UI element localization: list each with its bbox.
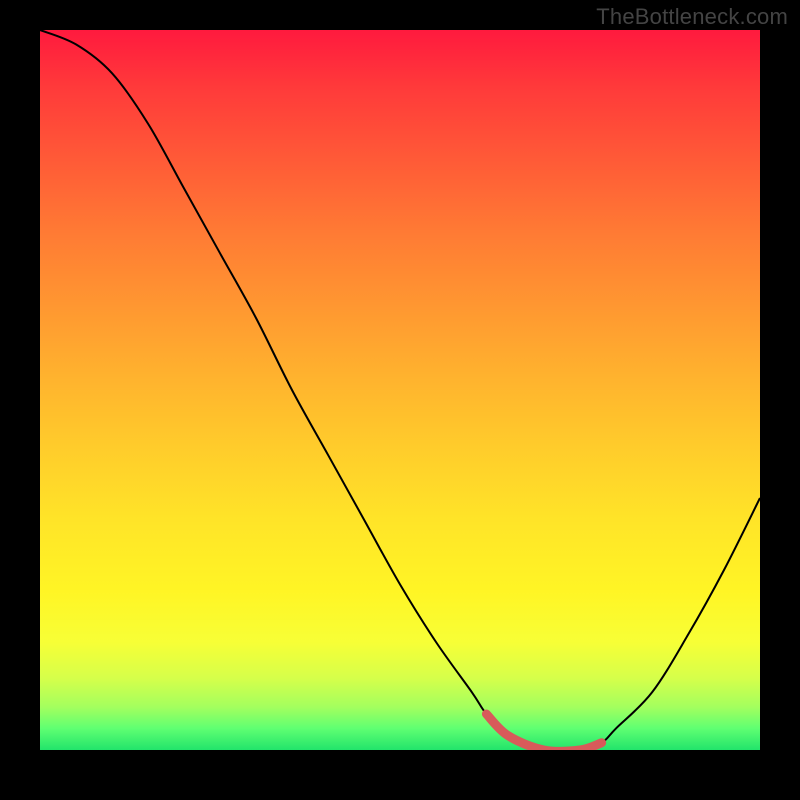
chart-svg [40, 30, 760, 750]
watermark-text: TheBottleneck.com [596, 4, 788, 30]
chart-frame: TheBottleneck.com [0, 0, 800, 800]
optimal-range-highlight [486, 714, 601, 750]
plot-area [40, 30, 760, 750]
bottleneck-curve [40, 30, 760, 750]
